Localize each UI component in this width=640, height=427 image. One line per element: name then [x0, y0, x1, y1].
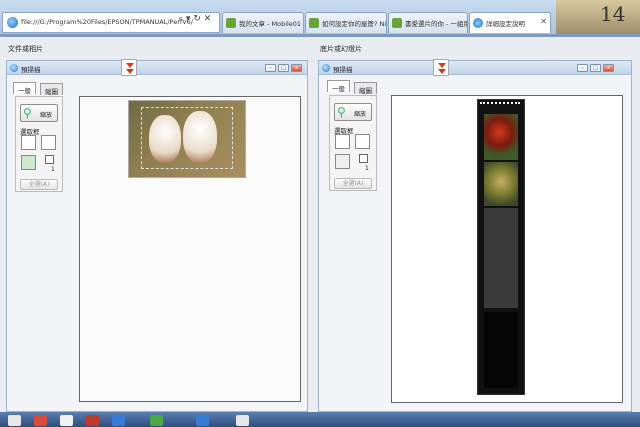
tab-label: 書愛選片的你 - 一組用…	[405, 20, 467, 28]
tab-label: 我的文章 - Mobile01	[239, 20, 302, 28]
tab-general[interactable]: 一般	[327, 80, 350, 93]
browser-tab-2[interactable]: 如何設定你的屋簷? Nik…	[305, 12, 387, 33]
right-section-title: 底片或幻燈片	[320, 45, 362, 53]
background-digits: 14	[600, 2, 626, 26]
address-text: file:///G:/Program%20Files/EPSON/TPMANUA…	[21, 18, 193, 26]
marquee-tool-icon[interactable]	[21, 135, 36, 150]
magnifier-icon: ⚲	[23, 106, 32, 120]
browser-tab-4[interactable]: 詳細設定說明 ✕	[469, 12, 551, 33]
taskbar-app-icon[interactable]	[150, 415, 163, 426]
marquee-tool-icon[interactable]	[335, 134, 350, 149]
marquee-frame[interactable]	[141, 107, 233, 169]
tool-sidebar: ⚲ 縮放 選取框 1 全選(A)	[329, 95, 377, 191]
tool-sidebar: ⚲ 縮放 選取框 1 全選(A)	[15, 96, 63, 192]
taskbar-app-icon[interactable]	[196, 415, 209, 426]
magnifier-icon: ⚲	[337, 105, 346, 119]
tab-label: 詳細設定說明	[486, 20, 525, 28]
tab-general[interactable]: 一般	[13, 82, 36, 95]
left-prescan-window: 預掃描 – □ x 一般 縮圖 ⚲ 縮放 選取框 1 全選(A)	[6, 59, 308, 412]
film-strip[interactable]	[477, 99, 525, 395]
maximize-button[interactable]: □	[278, 64, 289, 72]
duplicate-marquee-icon[interactable]	[41, 135, 56, 150]
left-section-title: 文件或相片	[8, 45, 43, 53]
count-value: 1	[365, 165, 369, 172]
minimize-button[interactable]: –	[265, 64, 276, 72]
auto-select-icon[interactable]	[21, 155, 36, 170]
window-titlebar: 預掃描 – □ x	[7, 61, 307, 75]
select-all-button[interactable]: 全選(A)	[20, 179, 58, 190]
zoom-label: 縮放	[354, 111, 367, 118]
close-icon[interactable]: ✕	[204, 14, 212, 24]
count-checkbox[interactable]	[359, 154, 368, 163]
film-perforation	[480, 102, 520, 108]
window-title: 預掃描	[333, 66, 353, 74]
site-icon	[226, 18, 236, 28]
app-icon	[322, 64, 330, 72]
count-value: 1	[51, 166, 55, 173]
duplicate-marquee-icon[interactable]	[355, 134, 370, 149]
preview-area[interactable]	[391, 95, 623, 403]
preview-area[interactable]	[79, 96, 301, 402]
zoom-button[interactable]: ⚲ 縮放	[20, 104, 58, 122]
tab-bar-divider	[0, 34, 640, 37]
window-title: 預掃描	[21, 66, 41, 74]
count-checkbox[interactable]	[45, 155, 54, 164]
taskbar-app-icon[interactable]	[236, 415, 249, 426]
preview-image[interactable]	[128, 100, 246, 178]
minimize-button[interactable]: –	[577, 64, 588, 72]
refresh-icon[interactable]: ↻	[193, 14, 201, 24]
taskbar-app-icon[interactable]	[112, 415, 125, 426]
tab-thumbnail[interactable]: 縮圖	[354, 82, 377, 95]
browser-tab-3[interactable]: 書愛選片的你 - 一組用…	[388, 12, 468, 33]
tab-label: 如何設定你的屋簷? Nik…	[322, 20, 387, 28]
film-frame[interactable]	[484, 162, 518, 206]
expand-icon[interactable]	[121, 59, 137, 76]
film-frame[interactable]	[484, 312, 518, 388]
select-all-button[interactable]: 全選(A)	[334, 178, 372, 189]
taskbar-app-icon[interactable]	[86, 415, 99, 426]
search-icon[interactable]: ⌕	[178, 14, 183, 24]
zoom-button[interactable]: ⚲ 縮放	[334, 103, 372, 121]
zoom-label: 縮放	[40, 112, 53, 119]
browser-tab-1[interactable]: 我的文章 - Mobile01	[222, 12, 304, 33]
taskbar-app-icon[interactable]	[60, 415, 73, 426]
film-frame[interactable]	[484, 114, 518, 160]
address-controls: ⌕ ▾ ↻ ✕	[178, 14, 211, 24]
maximize-button[interactable]: □	[590, 64, 601, 72]
app-icon	[10, 64, 18, 72]
taskbar-app-icon[interactable]	[34, 415, 47, 426]
browser-icon	[7, 17, 18, 28]
taskbar-app-icon[interactable]	[8, 415, 21, 426]
auto-select-icon[interactable]	[335, 154, 350, 169]
film-frame[interactable]	[484, 208, 518, 308]
close-button[interactable]: x	[291, 64, 302, 72]
close-tab-icon[interactable]: ✕	[540, 17, 547, 26]
desktop-background	[556, 0, 640, 36]
window-titlebar: 預掃描 – □ x	[319, 61, 631, 75]
expand-icon[interactable]	[433, 59, 449, 76]
close-button[interactable]: x	[603, 64, 614, 72]
tab-thumbnail[interactable]: 縮圖	[40, 83, 63, 96]
site-icon	[392, 18, 402, 28]
site-icon	[309, 18, 319, 28]
dropdown-icon[interactable]: ▾	[186, 14, 191, 24]
right-prescan-window: 預掃描 – □ x 一般 縮圖 ⚲ 縮放 選取框 1 全選(A)	[318, 59, 632, 412]
browser-icon	[473, 18, 483, 28]
